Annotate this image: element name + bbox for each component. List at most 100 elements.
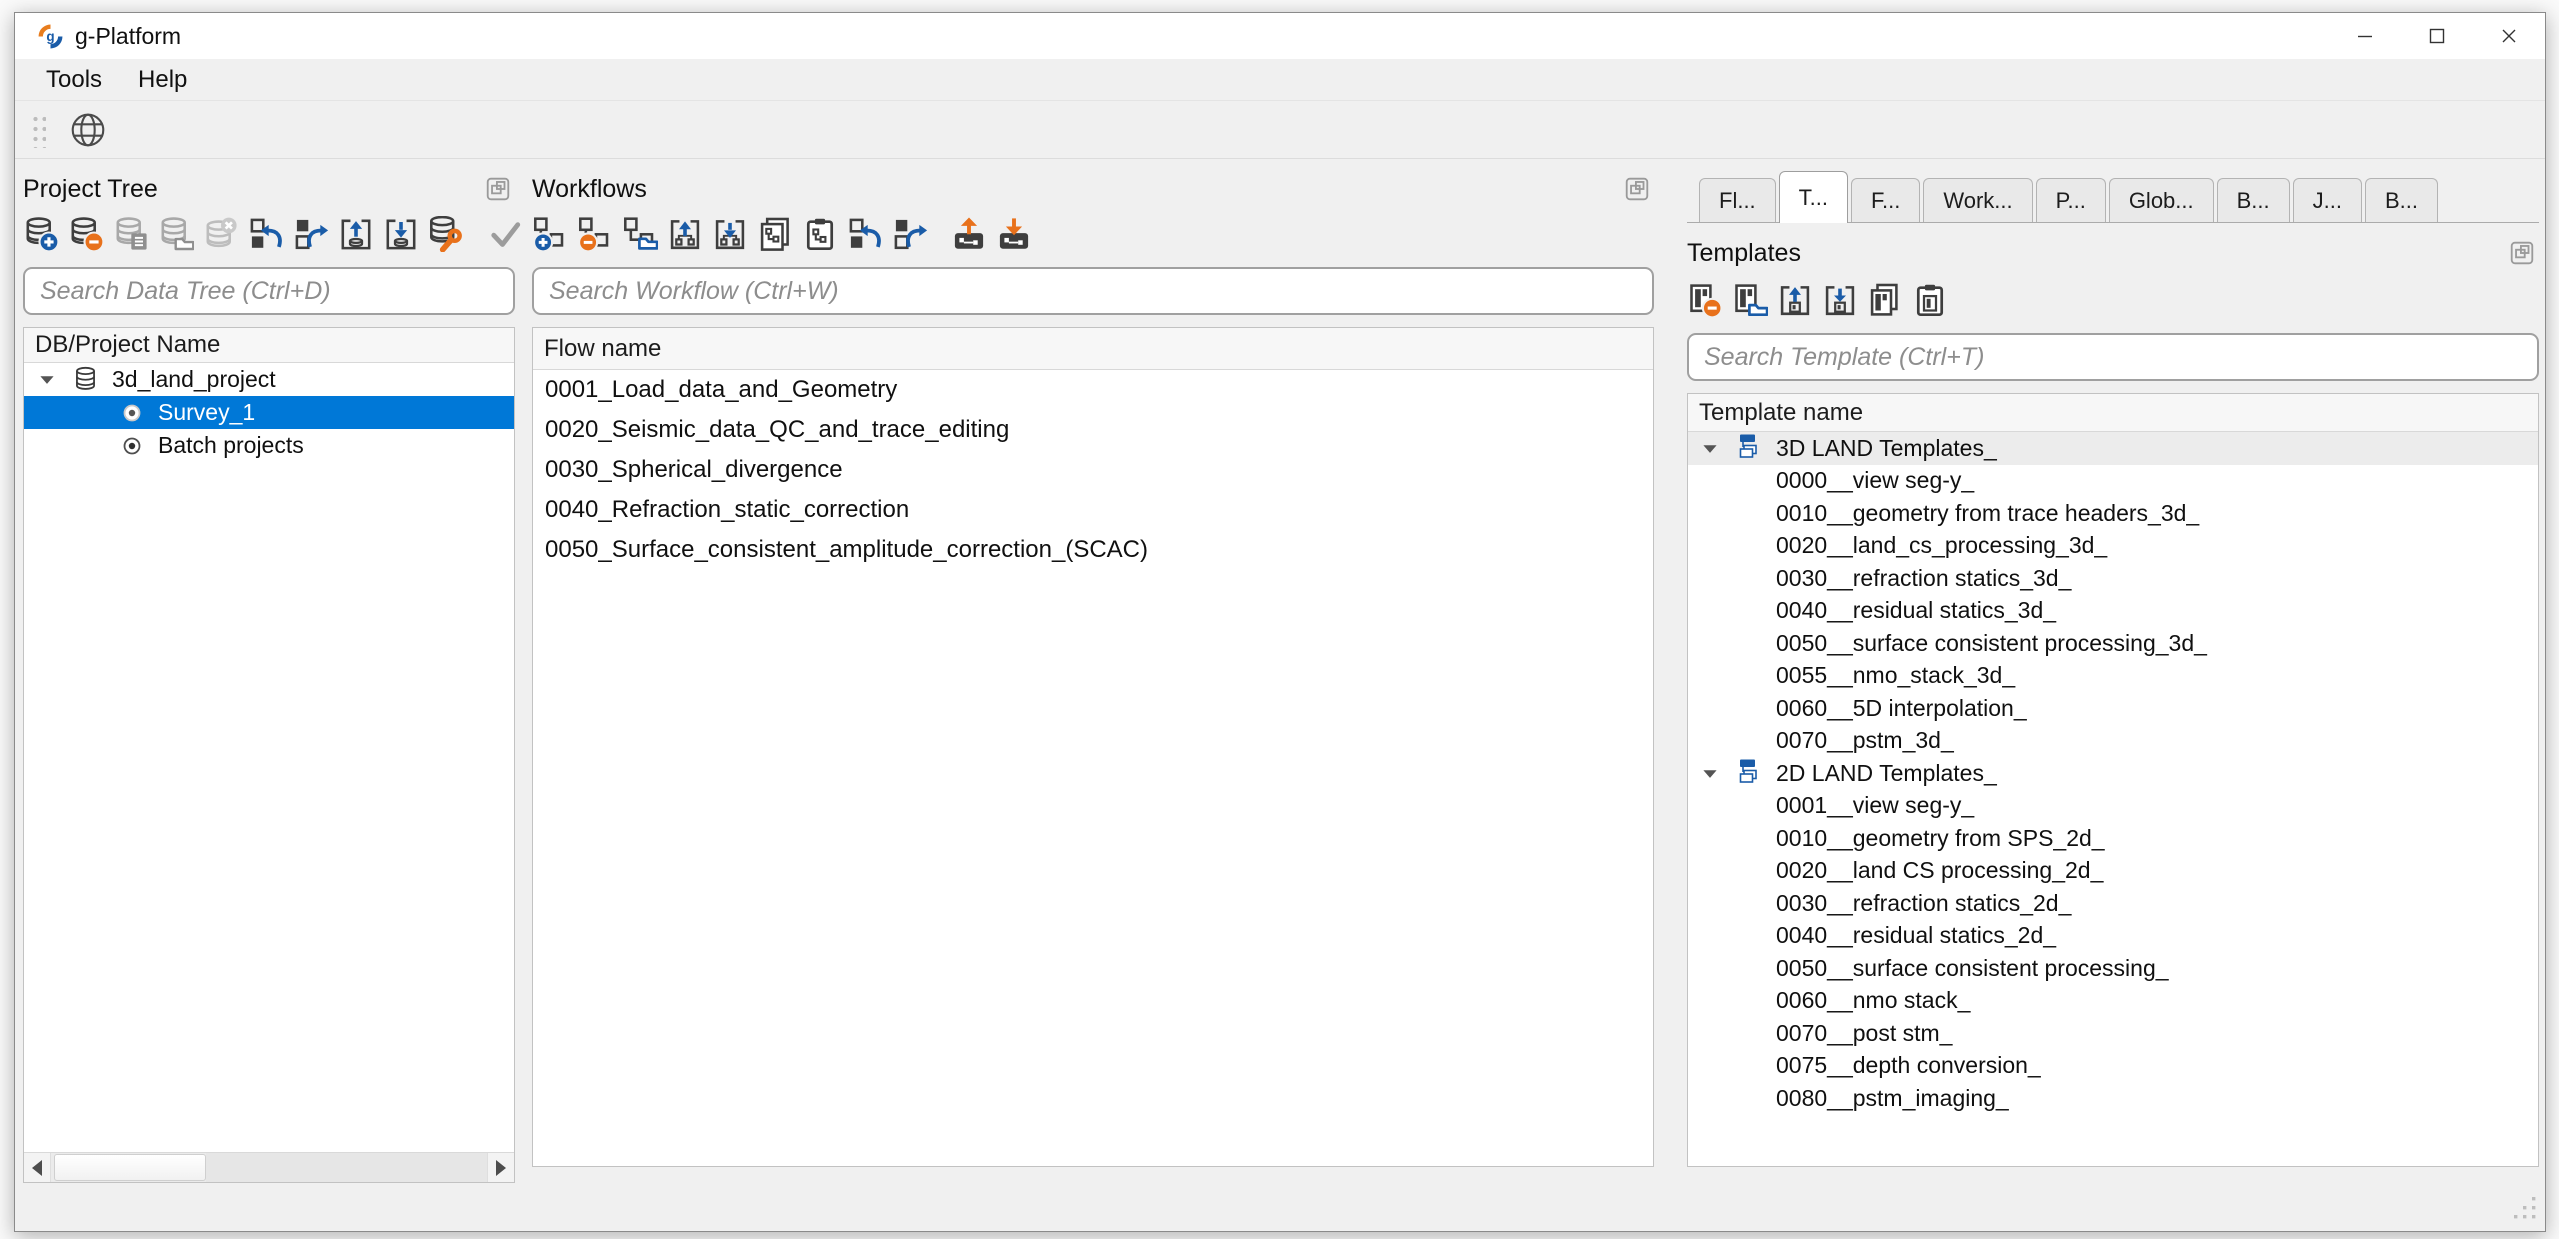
tree-row-survey[interactable]: Survey_1 bbox=[24, 396, 514, 429]
open-database-icon[interactable] bbox=[158, 216, 194, 252]
close-database-icon[interactable] bbox=[203, 216, 239, 252]
flow-name: 0040_Refraction_static_correction bbox=[545, 496, 909, 524]
undo-icon[interactable] bbox=[847, 216, 883, 252]
flow-row[interactable]: 0020_Seismic_data_QC_and_trace_editing bbox=[533, 410, 1653, 450]
export-template-icon[interactable] bbox=[1777, 282, 1813, 318]
template-row[interactable]: 0010__geometry from SPS_2d_ bbox=[1688, 822, 2538, 855]
template-row[interactable]: 0020__land CS processing_2d_ bbox=[1688, 855, 2538, 888]
template-row[interactable]: 0020__land_cs_processing_3d_ bbox=[1688, 530, 2538, 563]
flow-row[interactable]: 0030_Spherical_divergence bbox=[533, 450, 1653, 490]
tree-row-project[interactable]: 3d_land_project bbox=[24, 363, 514, 396]
template-row[interactable]: 0010__geometry from trace headers_3d_ bbox=[1688, 497, 2538, 530]
import-workflow-archive-icon[interactable] bbox=[996, 216, 1032, 252]
template-row[interactable]: 0055__nmo_stack_3d_ bbox=[1688, 660, 2538, 693]
remove-workflow-icon[interactable] bbox=[577, 216, 613, 252]
minimize-button[interactable] bbox=[2329, 13, 2401, 59]
panel-tab[interactable]: B... bbox=[2217, 178, 2290, 222]
remove-template-icon[interactable] bbox=[1687, 282, 1723, 318]
float-panel-icon[interactable] bbox=[485, 176, 511, 202]
maximize-button[interactable] bbox=[2401, 13, 2473, 59]
flow-rows: 0001_Load_data_and_Geometry0020_Seismic_… bbox=[533, 370, 1653, 1166]
template-row[interactable]: 3D LAND Templates_ bbox=[1688, 432, 2538, 465]
expander-icon[interactable] bbox=[1702, 768, 1718, 779]
database-tools-icon[interactable] bbox=[428, 216, 464, 252]
panel-tab[interactable]: J... bbox=[2293, 178, 2362, 222]
panel-tab[interactable]: T... bbox=[1779, 171, 1848, 223]
open-workflow-icon[interactable] bbox=[622, 216, 658, 252]
expander-icon[interactable] bbox=[39, 374, 55, 385]
template-row[interactable]: 0000__view seg-y_ bbox=[1688, 465, 2538, 498]
expander-icon[interactable] bbox=[1702, 443, 1718, 454]
scroll-right-button[interactable] bbox=[487, 1153, 514, 1182]
db-project-name-header[interactable]: DB/Project Name bbox=[24, 328, 514, 363]
template-row[interactable]: 0050__surface consistent processing_ bbox=[1688, 952, 2538, 985]
tab-label: Glob... bbox=[2129, 188, 2194, 214]
scrollbar-thumb[interactable] bbox=[54, 1154, 206, 1181]
flow-name-header[interactable]: Flow name bbox=[533, 328, 1653, 370]
template-row[interactable]: 0030__refraction statics_2d_ bbox=[1688, 887, 2538, 920]
template-row[interactable]: 0030__refraction statics_3d_ bbox=[1688, 562, 2538, 595]
import-template-icon[interactable] bbox=[1822, 282, 1858, 318]
menu-tools[interactable]: Tools bbox=[28, 59, 120, 100]
template-row[interactable]: 2D LAND Templates_ bbox=[1688, 757, 2538, 790]
template-row[interactable]: 0070__post stm_ bbox=[1688, 1017, 2538, 1050]
panel-tab[interactable]: F... bbox=[1851, 178, 1920, 222]
paste-workflow-icon[interactable] bbox=[802, 216, 838, 252]
export-database-icon[interactable] bbox=[338, 216, 374, 252]
import-database-icon[interactable] bbox=[383, 216, 419, 252]
tab-label: B... bbox=[2385, 188, 2418, 214]
tree-row-batch-projects[interactable]: Batch projects bbox=[24, 429, 514, 462]
database-properties-icon[interactable] bbox=[113, 216, 149, 252]
flow-row[interactable]: 0050_Surface_consistent_amplitude_correc… bbox=[533, 530, 1653, 570]
float-panel-icon[interactable] bbox=[1624, 176, 1650, 202]
template-row[interactable]: 0040__residual statics_2d_ bbox=[1688, 920, 2538, 953]
add-database-icon[interactable] bbox=[23, 216, 59, 252]
panel-tab[interactable]: B... bbox=[2365, 178, 2438, 222]
globe-icon[interactable] bbox=[66, 108, 110, 152]
export-workflow-icon[interactable] bbox=[667, 216, 703, 252]
panel-tab[interactable]: P... bbox=[2036, 178, 2106, 222]
template-row[interactable]: 0001__view seg-y_ bbox=[1688, 790, 2538, 823]
template-row[interactable]: 0040__residual statics_3d_ bbox=[1688, 595, 2538, 628]
panel-tab[interactable]: Work... bbox=[1923, 178, 2032, 222]
scrollbar-track[interactable] bbox=[206, 1153, 487, 1182]
copy-workflow-icon[interactable] bbox=[757, 216, 793, 252]
workflows-title: Workflows bbox=[532, 175, 647, 204]
toolbar-drag-handle[interactable] bbox=[30, 112, 46, 148]
template-search-input[interactable] bbox=[1687, 333, 2539, 381]
scroll-left-button[interactable] bbox=[24, 1153, 51, 1182]
open-template-icon[interactable] bbox=[1732, 282, 1768, 318]
float-panel-icon[interactable] bbox=[2509, 240, 2535, 266]
remove-database-icon[interactable] bbox=[68, 216, 104, 252]
template-row[interactable]: 0070__pstm_3d_ bbox=[1688, 725, 2538, 758]
paste-template-icon[interactable] bbox=[1912, 282, 1948, 318]
template-row[interactable]: 0080__pstm_imaging_ bbox=[1688, 1082, 2538, 1115]
horizontal-scrollbar[interactable] bbox=[24, 1152, 514, 1182]
project-tree-search-input[interactable] bbox=[23, 267, 515, 315]
panel-tab[interactable]: Glob... bbox=[2109, 178, 2214, 222]
add-workflow-icon[interactable] bbox=[532, 216, 568, 252]
template-name: 0070__pstm_3d_ bbox=[1776, 727, 1954, 754]
redo-icon[interactable] bbox=[293, 216, 329, 252]
close-button[interactable] bbox=[2473, 13, 2545, 59]
copy-template-icon[interactable] bbox=[1867, 282, 1903, 318]
undo-icon[interactable] bbox=[248, 216, 284, 252]
flow-row[interactable]: 0040_Refraction_static_correction bbox=[533, 490, 1653, 530]
template-row[interactable]: 0060__nmo stack_ bbox=[1688, 985, 2538, 1018]
survey-icon bbox=[120, 401, 144, 425]
template-row[interactable]: 0050__surface consistent processing_3d_ bbox=[1688, 627, 2538, 660]
redo-icon[interactable] bbox=[892, 216, 928, 252]
apply-check-icon[interactable] bbox=[487, 216, 523, 252]
panel-tab[interactable]: Fl... bbox=[1699, 178, 1776, 222]
workflow-search-input[interactable] bbox=[532, 267, 1654, 315]
template-row[interactable]: 0060__5D interpolation_ bbox=[1688, 692, 2538, 725]
tab-label: P... bbox=[2056, 188, 2086, 214]
menu-help[interactable]: Help bbox=[120, 59, 205, 100]
resize-grip-icon[interactable] bbox=[2509, 1192, 2537, 1225]
import-workflow-icon[interactable] bbox=[712, 216, 748, 252]
export-workflow-archive-icon[interactable] bbox=[951, 216, 987, 252]
workflows-toolbar bbox=[532, 209, 1654, 259]
template-row[interactable]: 0075__depth conversion_ bbox=[1688, 1050, 2538, 1083]
flow-row[interactable]: 0001_Load_data_and_Geometry bbox=[533, 370, 1653, 410]
template-name-header[interactable]: Template name bbox=[1688, 394, 2538, 432]
